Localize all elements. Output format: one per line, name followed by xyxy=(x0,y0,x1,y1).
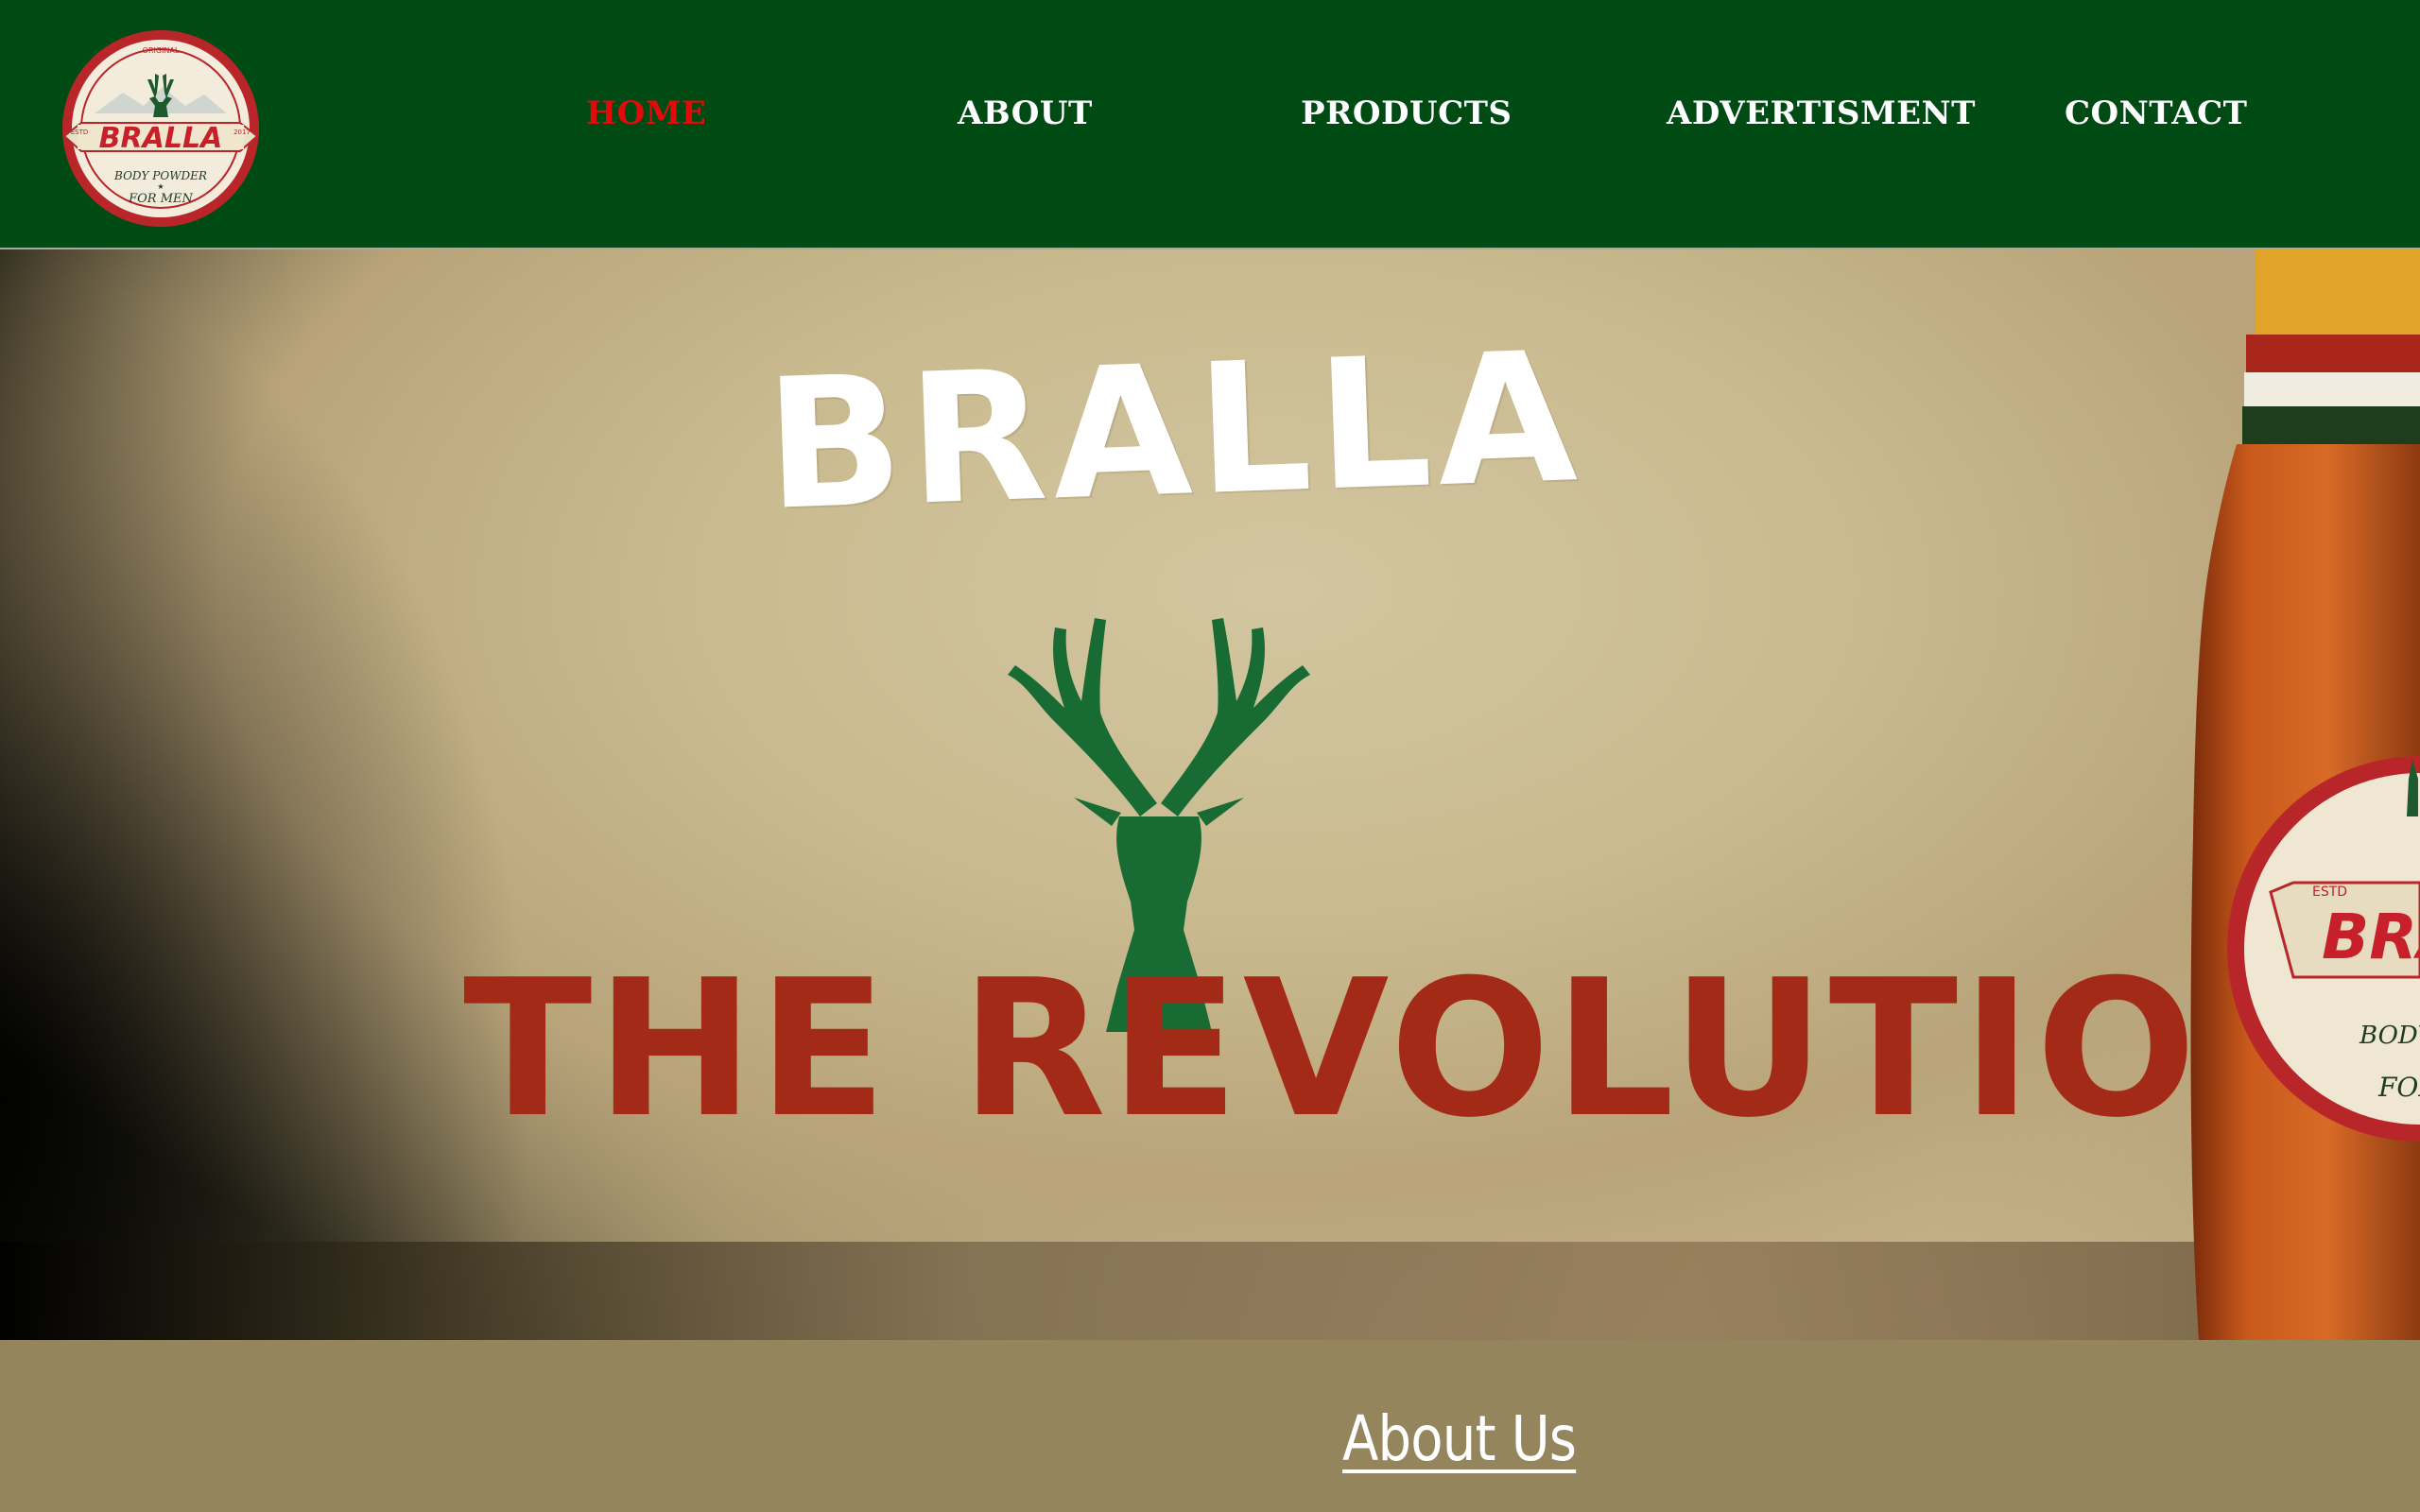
logo-estd-text: ESTD xyxy=(71,129,89,136)
nav-home[interactable]: HOME xyxy=(586,93,706,134)
product-bottle-image[interactable]: ESTD BRALLA BODY FOR xyxy=(2170,249,2420,1340)
bottle-line1-text: BODY xyxy=(2359,1022,2420,1050)
nav-advertisment[interactable]: ADVERTISMENT xyxy=(1667,93,1976,134)
logo-original-text: ORIGINAL xyxy=(143,46,180,55)
site-header: BRALLA ORIGINAL ESTD 2017 BODY POWDER ★ … xyxy=(0,0,2420,249)
bottle-brand-text: BRALLA xyxy=(2322,901,2420,973)
hero-banner: BRALLA THE REVOLUTION ESTD BR BOD FO xyxy=(0,249,2420,1340)
bralla-logo[interactable]: BRALLA ORIGINAL ESTD 2017 BODY POWDER ★ … xyxy=(57,26,265,231)
bottle-estd-text: ESTD xyxy=(2312,885,2347,900)
logo-line2-text: FOR MEN xyxy=(128,192,193,206)
hero-floor xyxy=(0,1242,2420,1340)
hero-brand-title: BRALLA xyxy=(762,312,1585,550)
logo-year-text: 2017 xyxy=(233,129,251,136)
logo-brand-text: BRALLA xyxy=(99,122,223,155)
svg-text:★: ★ xyxy=(157,182,164,191)
nav-contact[interactable]: CONTACT xyxy=(2065,93,2247,134)
hero-shadow xyxy=(0,249,851,1340)
about-us-heading[interactable]: About Us xyxy=(1342,1397,1577,1482)
hero-tagline: THE REVOLUTION xyxy=(463,939,2362,1160)
logo-line1-text: BODY POWDER xyxy=(113,169,207,182)
nav-products[interactable]: PRODUCTS xyxy=(1301,93,1512,134)
bottle-line2-text: FOR xyxy=(2377,1072,2420,1103)
nav-about[interactable]: ABOUT xyxy=(958,93,1093,134)
